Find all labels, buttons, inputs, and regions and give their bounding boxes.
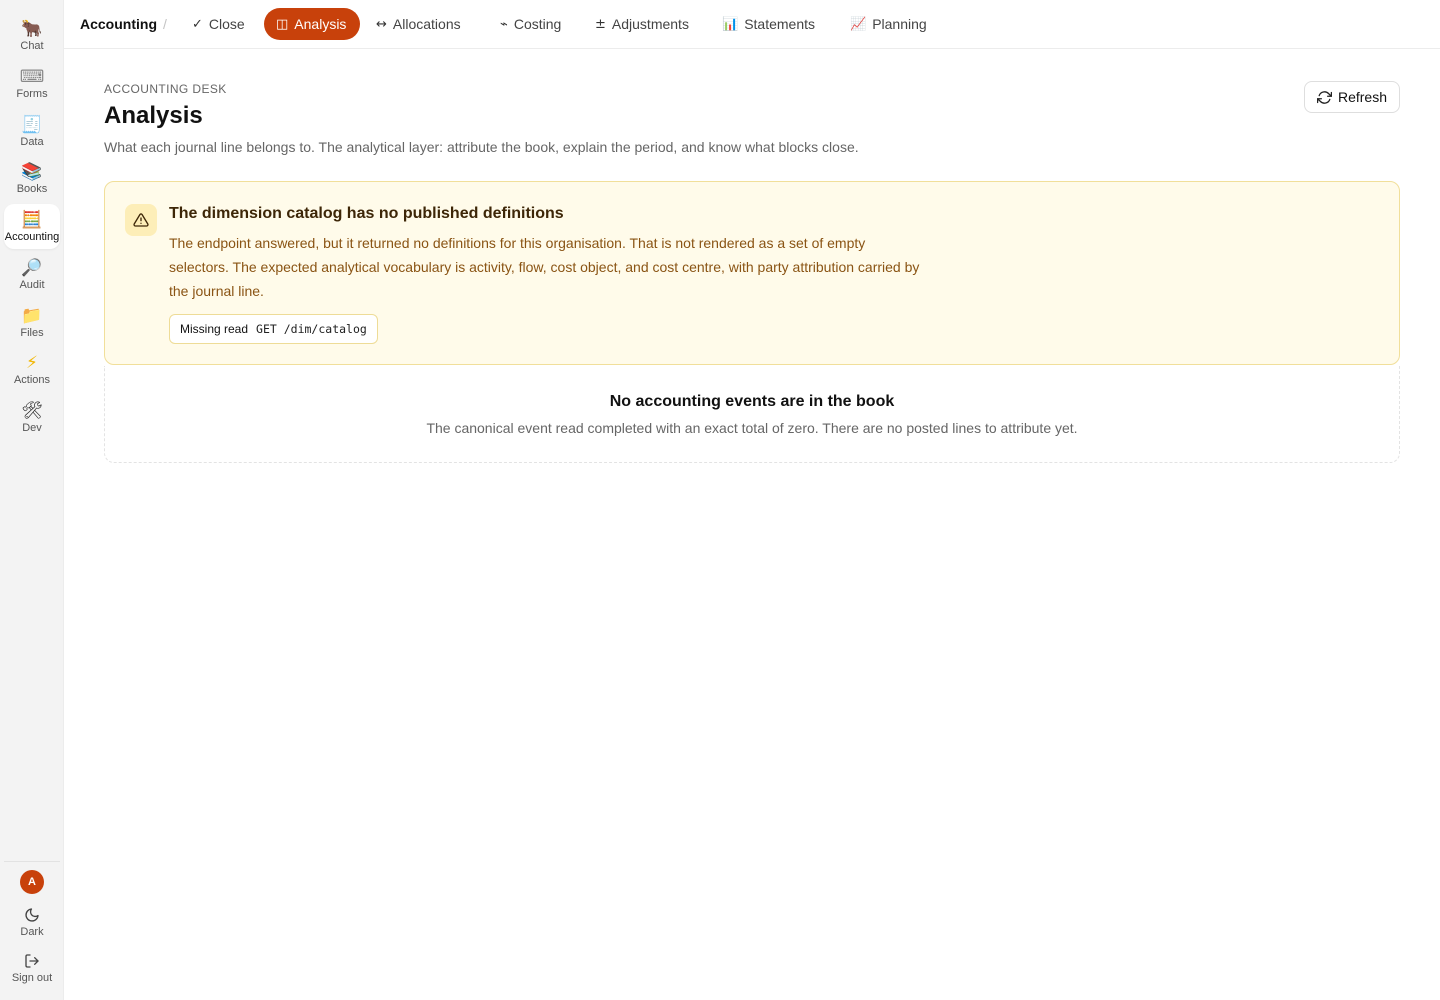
tab-allocations[interactable]: ↔ Allocations xyxy=(364,8,473,40)
bar-chart-icon: 📊 xyxy=(722,16,739,32)
tools-icon: 🛠 xyxy=(21,401,43,421)
missing-read-endpoint: GET /dim/catalog xyxy=(256,322,367,336)
sidebar-item-actions[interactable]: ⚡ Actions xyxy=(4,348,60,392)
breadcrumb[interactable]: Accounting xyxy=(80,14,157,34)
warning-alert: The dimension catalog has no published d… xyxy=(104,181,1400,365)
tab-analysis[interactable]: ◫ Analysis xyxy=(264,8,360,40)
sidebar-item-label: Data xyxy=(20,136,44,148)
check-icon: ✓ xyxy=(192,16,203,32)
tab-label: Allocations xyxy=(392,16,461,32)
theme-toggle-button[interactable]: Dark xyxy=(4,902,60,942)
empty-state-title: No accounting events are in the book xyxy=(609,393,895,410)
sidebar-item-data[interactable]: 🧾 Data xyxy=(4,110,60,154)
flow-icon: ⌁ xyxy=(500,16,508,32)
empty-state-panel: No accounting events are in the book The… xyxy=(104,366,1400,463)
sidebar-item-forms[interactable]: ⌨ Forms xyxy=(4,62,60,106)
refresh-button-label: Refresh xyxy=(1337,89,1388,105)
tab-label: Close xyxy=(208,16,245,32)
top-bar: Accounting / ✓ Close ◫ Analysis ↔ Alloca… xyxy=(64,0,1440,49)
line-chart-icon: 📈 xyxy=(850,16,867,32)
tab-label: Planning xyxy=(872,16,927,32)
tab-planning[interactable]: 📈 Planning xyxy=(838,8,939,40)
warning-icon xyxy=(133,213,149,227)
keyboard-icon: ⌨ xyxy=(19,67,45,87)
breadcrumb-separator: / xyxy=(163,16,167,32)
sidebar-item-audit[interactable]: 🔎 Audit xyxy=(4,253,60,297)
folder-icon: 📁 xyxy=(21,306,43,326)
refresh-button[interactable]: Refresh xyxy=(1304,81,1400,113)
receipt-icon: 🧾 xyxy=(21,115,43,135)
sidebar-item-accounting[interactable]: 🧮 Accounting xyxy=(4,204,60,249)
missing-read-chip: Missing read GET /dim/catalog xyxy=(169,314,378,344)
books-icon: 📚 xyxy=(21,162,43,182)
page-title: Analysis xyxy=(104,102,203,129)
sidebar-divider xyxy=(4,861,60,862)
page-description: What each journal line belongs to. The a… xyxy=(104,139,859,155)
panel-icon: ◫ xyxy=(276,16,289,32)
sidebar: 🐂 Chat ⌨ Forms 🧾 Data 📚 Books 🧮 Accounti… xyxy=(0,0,64,1000)
tab-label: Adjustments xyxy=(611,16,689,32)
sidebar-item-dev[interactable]: 🛠 Dev xyxy=(4,396,60,440)
alert-body: The endpoint answered, but it returned n… xyxy=(169,235,920,299)
abacus-icon: 🧮 xyxy=(21,209,43,230)
sign-out-button[interactable]: Sign out xyxy=(4,948,60,988)
sidebar-item-books[interactable]: 📚 Books xyxy=(4,157,60,201)
sidebar-item-label: Dev xyxy=(22,422,42,434)
tab-label: Statements xyxy=(744,16,816,32)
tab-costing[interactable]: ⌁ Costing xyxy=(488,8,573,40)
sidebar-item-files[interactable]: 📁 Files xyxy=(4,301,60,345)
theme-toggle-label: Dark xyxy=(20,925,44,938)
alert-icon-box xyxy=(125,204,157,236)
sign-out-icon xyxy=(25,953,39,968)
sidebar-item-label: Accounting xyxy=(4,230,60,243)
sidebar-item-label: Actions xyxy=(13,374,51,386)
sidebar-item-label: Files xyxy=(20,327,44,339)
sidebar-item-chat[interactable]: 🐂 Chat xyxy=(4,14,60,58)
sidebar-item-label: Chat xyxy=(20,40,44,52)
tab-adjustments[interactable]: ± Adjustments xyxy=(583,8,701,40)
sign-out-label: Sign out xyxy=(11,971,53,984)
moon-icon xyxy=(25,907,39,922)
plus-minus-icon: ± xyxy=(595,16,606,32)
sidebar-item-label: Forms xyxy=(16,88,48,100)
alert-title: The dimension catalog has no published d… xyxy=(169,205,564,222)
magnifier-icon: 🔎 xyxy=(21,258,43,278)
refresh-icon xyxy=(1316,90,1332,104)
avatar[interactable]: A xyxy=(20,870,44,894)
tab-label: Costing xyxy=(513,16,562,32)
ox-icon: 🐂 xyxy=(21,19,43,39)
tab-close[interactable]: ✓ Close xyxy=(180,8,257,40)
tab-label: Analysis xyxy=(294,16,347,32)
page-eyebrow: ACCOUNTING DESK xyxy=(104,82,227,96)
arrows-horizontal-icon: ↔ xyxy=(376,16,387,32)
tab-statements[interactable]: 📊 Statements xyxy=(710,8,827,40)
empty-state-description: The canonical event read completed with … xyxy=(426,420,1078,436)
lightning-icon: ⚡ xyxy=(26,353,38,373)
sidebar-item-label: Audit xyxy=(19,279,45,291)
missing-read-label: Missing read xyxy=(180,322,249,336)
sidebar-item-label: Books xyxy=(16,183,48,195)
